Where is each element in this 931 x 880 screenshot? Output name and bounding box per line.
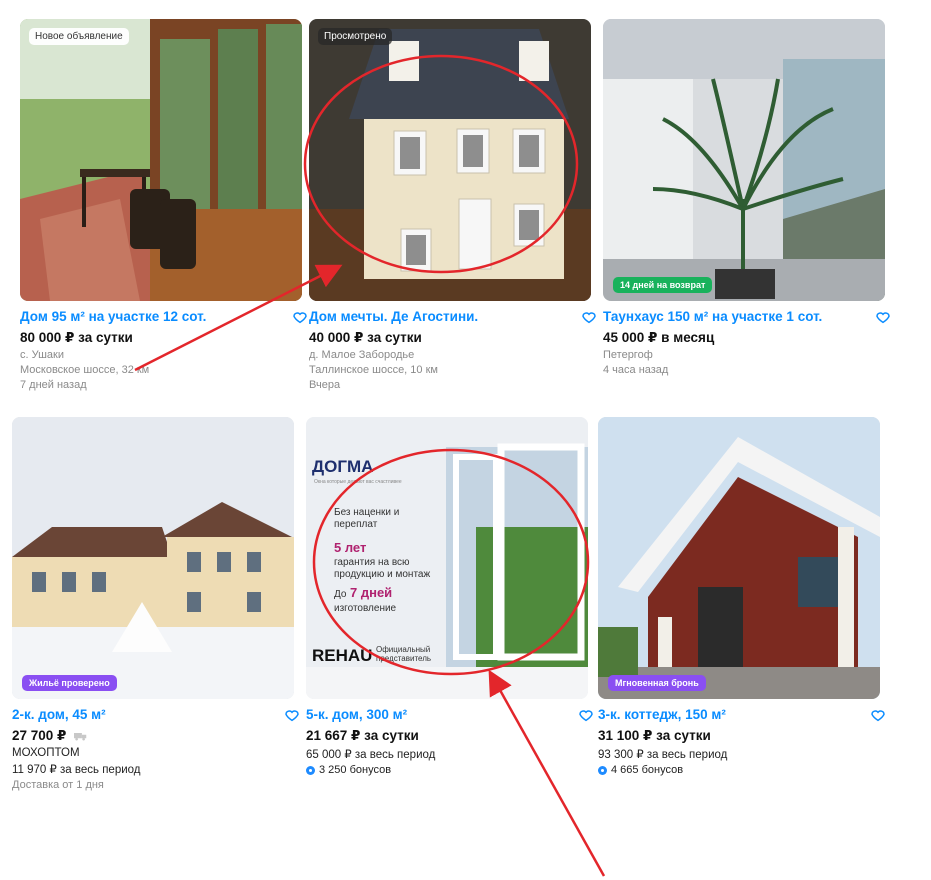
listing-title[interactable]: Дом 95 м² на участке 12 сот. [20,309,206,324]
ad-tagline: Окна которые делают вас счастливее [314,479,402,485]
new-listing-badge: Новое объявление [29,28,129,45]
listing-location: Петергоф [603,349,653,361]
favorite-heart-icon[interactable] [578,707,594,723]
seller-name[interactable]: МОХОПТОМ [12,747,294,759]
listing-location: с. Ушаки [20,349,65,361]
ad-warranty-text: гарантия на всю продукцию и монтаж [334,557,431,580]
listing-photo[interactable]: Новое объявление [20,19,302,301]
bonus-icon [306,765,315,775]
listing-highway: Таллинское шоссе, 10 км [309,364,438,376]
total-period-price: 93 300 ₽ за весь период [598,749,728,761]
listing-photo-ad[interactable]: ДОГМА Окна которые делают вас счастливее… [306,417,588,699]
ad-production-text: изготовление [334,603,397,614]
delivery-info: Доставка от 1 дня [12,779,104,791]
listing-card-4[interactable]: Жильё проверено 2-к. дом, 45 м² 27 700 ₽… [12,417,299,791]
listing-title[interactable]: Дом мечты. Де Агостини. [309,309,478,324]
listing-highway: Московское шоссе, 32 км [20,364,150,376]
listing-title[interactable]: Таунхаус 150 м² на участке 1 сот. [603,309,822,324]
listing-card-2[interactable]: Просмотрено Дом мечты. Де Агостини. 40 0… [309,19,596,391]
listing-photo[interactable]: Жильё проверено [12,417,294,699]
bonus-row: 4 665 бонусов [598,764,880,776]
listing-card-5[interactable]: ДОГМА Окна которые делают вас счастливее… [306,417,593,776]
listing-price: 31 100 ₽ за сутки [598,728,711,743]
favorite-heart-icon[interactable] [284,707,300,723]
total-period-price: 11 970 ₽ за весь период [12,764,141,776]
listing-price: 27 700 ₽ [12,728,294,744]
ad-production-prefix: До [334,589,347,600]
townhouse-palm-photo [603,19,885,301]
return-policy-badge: 14 дней на возврат [613,277,713,293]
ad-no-markup: Без наценки и переплат [334,507,400,530]
dollhouse-photo [309,19,591,301]
listing-card-6[interactable]: Мгновенная бронь 3-к. коттедж, 150 м² 31… [598,417,885,776]
delivery-truck-icon [74,732,87,741]
listing-photo[interactable]: Мгновенная бронь [598,417,880,699]
price-value: 27 700 ₽ [12,728,67,743]
favorite-heart-icon[interactable] [292,309,308,325]
ad-production-days: 7 дней [350,585,393,600]
favorite-heart-icon[interactable] [875,309,891,325]
listing-price: 80 000 ₽ за сутки [20,330,133,345]
favorite-heart-icon[interactable] [581,309,597,325]
bonus-icon [598,765,607,775]
listing-title[interactable]: 2-к. дом, 45 м² [12,707,106,722]
listing-posted-date: 7 дней назад [20,379,87,391]
listing-price: 40 000 ₽ за сутки [309,330,422,345]
house-terrace-photo [20,19,302,301]
listing-photo[interactable]: 14 дней на возврат [603,19,885,301]
snowy-house-photo [12,417,294,699]
listing-card-3[interactable]: 14 дней на возврат Таунхаус 150 м² на уч… [603,19,890,376]
total-period-price: 65 000 ₽ за весь период [306,749,436,761]
listing-posted-date: Вчера [309,379,341,391]
favorite-heart-icon[interactable] [870,707,886,723]
listing-price: 45 000 ₽ в месяц [603,330,715,345]
ad-partner-note: Официальный представитель [376,645,432,663]
listing-posted-date: 4 часа назад [603,364,669,376]
red-cottage-photo [598,417,880,699]
bonus-row: 3 250 бонусов [306,764,588,776]
instant-booking-badge: Мгновенная бронь [608,675,706,691]
ad-partner-logo: REHAU [312,646,373,665]
bonus-amount: 3 250 бонусов [319,764,392,776]
listing-card-1[interactable]: Новое объявление Дом 95 м² на участке 12… [20,19,307,391]
ad-brand-logo: ДОГМА [312,457,374,476]
viewed-badge: Просмотрено [318,28,393,45]
listing-location: д. Малое Забородье [309,349,415,361]
ad-warranty-years: 5 лет [334,540,367,555]
verified-housing-badge: Жильё проверено [22,675,117,691]
listing-photo[interactable]: Просмотрено [309,19,591,301]
listing-price: 21 667 ₽ за сутки [306,728,419,743]
listing-title[interactable]: 3-к. коттедж, 150 м² [598,707,726,722]
listing-title[interactable]: 5-к. дом, 300 м² [306,707,407,722]
bonus-amount: 4 665 бонусов [611,764,684,776]
